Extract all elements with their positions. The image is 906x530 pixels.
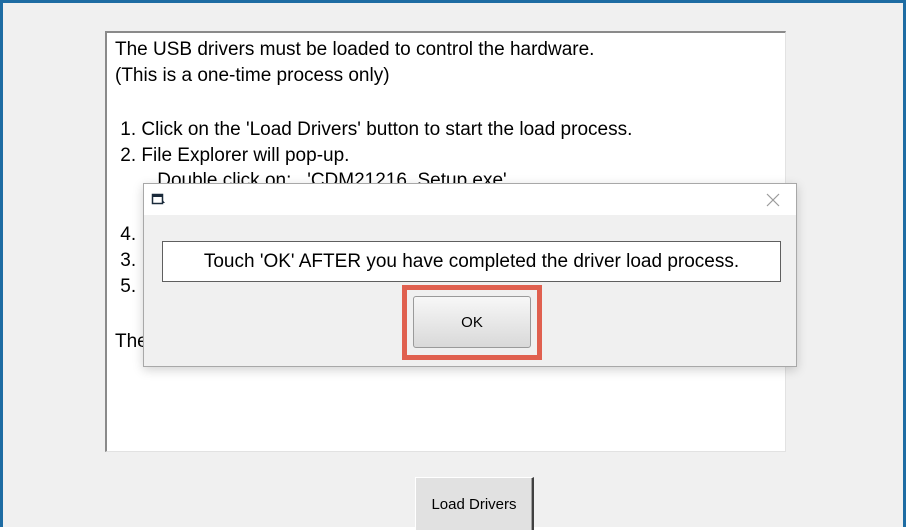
load-drivers-button[interactable]: Load Drivers xyxy=(415,477,534,530)
step-5-line: 5. xyxy=(115,276,137,297)
intro-note-line: (This is a one-time process only) xyxy=(115,65,390,86)
step-4-line: 4. xyxy=(115,224,137,245)
driver-load-dialog: Touch 'OK' AFTER you have completed the … xyxy=(143,183,797,367)
step-2-line: 2. File Explorer will pop-up. xyxy=(115,145,350,166)
dialog-titlebar xyxy=(144,184,796,215)
step-1-line: 1. Click on the 'Load Drivers' button to… xyxy=(115,119,633,140)
app-window: The USB drivers must be loaded to contro… xyxy=(0,0,906,530)
intro-line: The USB drivers must be loaded to contro… xyxy=(115,39,595,60)
app-window-icon xyxy=(151,192,167,206)
step-3-line: 3. xyxy=(115,250,137,271)
close-icon[interactable] xyxy=(754,184,792,215)
ok-button[interactable]: OK xyxy=(413,296,531,348)
ok-button-highlight: OK xyxy=(402,285,542,360)
dialog-message: Touch 'OK' AFTER you have completed the … xyxy=(162,241,781,282)
